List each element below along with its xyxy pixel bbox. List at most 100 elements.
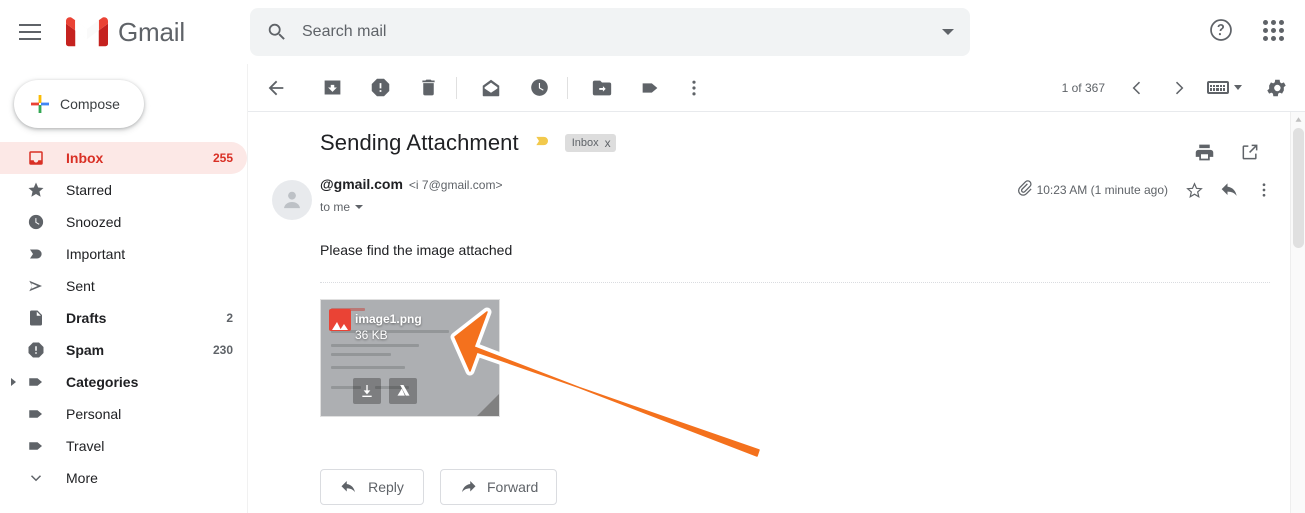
keyboard-input-tools-button[interactable]	[1201, 68, 1247, 108]
scroll-up-button[interactable]	[1291, 112, 1305, 127]
gmail-m-icon	[66, 17, 108, 47]
message-more-options-button[interactable]	[1250, 174, 1278, 206]
message-text: Please find the image attached	[320, 242, 513, 258]
sidebar-item-snoozed[interactable]: Snoozed	[0, 206, 247, 238]
sidebar-item-label: Sent	[66, 278, 95, 294]
back-icon	[268, 80, 284, 95]
forward-icon	[462, 481, 476, 493]
settings-button[interactable]	[1257, 68, 1297, 108]
chevron-down-icon[interactable]	[355, 205, 364, 209]
more-options-icon	[692, 80, 696, 95]
sidebar-item-personal[interactable]: Personal	[0, 398, 247, 430]
sidebar-item-label: Personal	[66, 406, 122, 422]
reply-icon	[341, 481, 356, 493]
sidebar-item-count: 2	[226, 311, 233, 325]
clock-icon	[26, 212, 46, 232]
search-bar[interactable]	[250, 8, 970, 56]
archive-button[interactable]	[312, 68, 352, 108]
archive-icon	[324, 80, 340, 95]
attachment-corner-fold	[477, 394, 499, 416]
sidebar-item-label: Inbox	[66, 150, 104, 166]
label-icon	[26, 372, 46, 392]
sidebar-item-label: Snoozed	[66, 214, 122, 230]
report-spam-icon	[371, 78, 389, 97]
help-icon[interactable]	[1199, 8, 1243, 52]
search-options-icon[interactable]	[926, 29, 970, 35]
brand-title: Gmail	[118, 16, 185, 47]
gmail-logo[interactable]: Gmail	[66, 16, 185, 48]
important-marker-icon[interactable]	[533, 131, 553, 156]
chevron-left-icon	[1132, 81, 1141, 94]
sidebar-item-sent[interactable]: Sent	[0, 270, 247, 302]
forward-label: Forward	[487, 479, 539, 495]
expand-categories-icon[interactable]	[6, 378, 20, 386]
attachment-divider	[320, 282, 1270, 283]
sidebar-item-spam[interactable]: Spam 230	[0, 334, 247, 366]
attachment-filename: image1.png	[355, 312, 422, 326]
important-marker-icon	[26, 244, 46, 264]
attachment-card[interactable]: image1.png 36 KB	[320, 299, 500, 417]
star-message-button[interactable]	[1178, 174, 1210, 206]
sidebar-item-label: Starred	[66, 182, 112, 198]
reply-icon	[1221, 183, 1237, 196]
sender-block: @gmail.com <i 7@gmail.com> to me 10:23 A…	[248, 176, 1288, 214]
newer-button[interactable]	[1117, 68, 1157, 108]
search-icon	[268, 23, 285, 40]
sidebar-item-drafts[interactable]: Drafts 2	[0, 302, 247, 334]
message-toolbar: 1 of 367	[248, 64, 1305, 112]
sidebar-item-starred[interactable]: Starred	[0, 174, 247, 206]
google-apps-icon[interactable]	[1251, 8, 1295, 52]
page-title: Sending Attachment	[320, 130, 519, 155]
sidebar-item-important[interactable]: Important	[0, 238, 247, 270]
google-drive-icon	[397, 385, 409, 396]
toolbar-divider	[456, 76, 457, 99]
sidebar-item-travel[interactable]: Travel	[0, 430, 247, 462]
scrollbar-thumb[interactable]	[1293, 128, 1304, 248]
message-meta-actions: 10:23 AM (1 minute ago)	[1015, 174, 1278, 206]
apps-grid-icon	[1262, 19, 1284, 41]
label-icon	[26, 436, 46, 456]
forward-button[interactable]: Forward	[440, 469, 558, 505]
spam-icon	[26, 340, 46, 360]
back-to-inbox-button[interactable]	[256, 68, 296, 108]
move-to-button[interactable]	[582, 68, 622, 108]
mark-unread-button[interactable]	[471, 68, 511, 108]
message-pane: Sending Attachment Inbox x @gmail.com <i…	[248, 112, 1288, 513]
more-options-icon	[1262, 183, 1266, 197]
sender-email: <i 7@gmail.com>	[408, 178, 503, 192]
delete-button[interactable]	[408, 68, 448, 108]
compose-button[interactable]: Compose	[14, 80, 144, 128]
message-body: @gmail.com <i 7@gmail.com> to me 10:23 A…	[248, 156, 1288, 505]
sidebar-item-label: Important	[66, 246, 126, 262]
labels-button[interactable]	[630, 68, 670, 108]
attachment-actions	[353, 378, 417, 404]
snooze-button[interactable]	[519, 68, 559, 108]
sidebar-item-count: 230	[212, 343, 233, 357]
inbox-icon	[26, 148, 46, 168]
reply-button-icon[interactable]	[1214, 174, 1246, 206]
search-input[interactable]	[302, 23, 926, 41]
sidebar-item-more[interactable]: More	[0, 462, 247, 494]
draft-icon	[26, 308, 46, 328]
sidebar-item-label: Travel	[66, 438, 105, 454]
main-menu-icon[interactable]	[6, 8, 54, 56]
download-attachment-button[interactable]	[353, 378, 381, 404]
report-spam-button[interactable]	[360, 68, 400, 108]
sidebar-item-categories[interactable]: Categories	[0, 366, 247, 398]
toolbar-divider	[567, 76, 568, 99]
scrollbar[interactable]	[1290, 112, 1305, 513]
reply-label: Reply	[368, 479, 404, 495]
gear-icon	[1267, 79, 1286, 96]
message-action-buttons: Reply Forward	[248, 469, 1288, 505]
close-icon[interactable]: x	[605, 137, 611, 149]
reply-button[interactable]: Reply	[320, 469, 424, 505]
sidebar-item-inbox[interactable]: Inbox 255	[0, 142, 247, 174]
more-options-button[interactable]	[674, 68, 714, 108]
status-badge[interactable]: Inbox x	[564, 134, 616, 152]
top-bar-actions	[1199, 8, 1295, 52]
sidebar-item-label: More	[66, 470, 98, 486]
star-icon	[26, 180, 46, 200]
save-to-drive-button[interactable]	[389, 378, 417, 404]
older-button[interactable]	[1159, 68, 1199, 108]
recipients-label: to me	[320, 200, 351, 214]
